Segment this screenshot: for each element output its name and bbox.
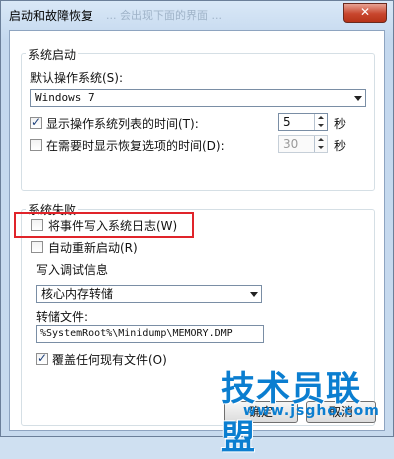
- dump-file-label: 转储文件:: [36, 310, 89, 324]
- show-recovery-value: 30: [283, 137, 299, 151]
- default-os-label: 默认操作系统(S):: [30, 71, 124, 85]
- show-os-list-label: 显示操作系统列表的时间(T):: [46, 117, 199, 131]
- spin-up-icon[interactable]: [314, 114, 327, 122]
- write-event-label: 将事件写入系统日志(W): [48, 219, 178, 233]
- spin-down-icon[interactable]: [314, 122, 327, 130]
- close-icon: ✕: [359, 5, 371, 19]
- chevron-down-icon: [250, 292, 258, 297]
- close-button[interactable]: ✕: [343, 3, 387, 23]
- default-os-value: Windows 7: [35, 91, 95, 104]
- debug-type-value: 核心内存转储: [41, 287, 114, 301]
- title-bar[interactable]: 启动和故障恢复 ... 会出现下面的界面 ... ✕: [1, 1, 393, 29]
- auto-restart-checkbox[interactable]: [31, 241, 43, 253]
- overwrite-label: 覆盖任何现有文件(O): [52, 353, 167, 367]
- auto-restart-label: 自动重新启动(R): [48, 241, 138, 255]
- show-recovery-unit: 秒: [334, 139, 347, 153]
- startup-group-title: 系统启动: [26, 46, 79, 63]
- watermark-url: www.jsgho.com: [243, 403, 380, 419]
- dump-file-input[interactable]: %SystemRoot%\Minidump\MEMORY.DMP: [36, 325, 264, 343]
- show-os-list-unit: 秒: [334, 117, 347, 131]
- watermark: 技术员联盟 www.jsgho.com: [221, 361, 391, 458]
- debug-type-select[interactable]: 核心内存转储: [36, 285, 262, 303]
- write-event-checkbox[interactable]: [31, 219, 43, 231]
- overwrite-checkbox[interactable]: [36, 351, 48, 365]
- show-recovery-checkbox[interactable]: [30, 139, 42, 151]
- spin-down-icon[interactable]: [314, 144, 327, 152]
- show-os-list-value: 5: [283, 115, 291, 129]
- debug-info-title: 写入调试信息: [36, 263, 109, 277]
- spin-up-icon[interactable]: [314, 136, 327, 144]
- show-recovery-spinner[interactable]: 30: [278, 135, 328, 153]
- window-title: 启动和故障恢复: [9, 9, 94, 23]
- default-os-select[interactable]: Windows 7: [30, 89, 366, 107]
- dump-file-value: %SystemRoot%\Minidump\MEMORY.DMP: [40, 328, 233, 339]
- show-os-list-spinner[interactable]: 5: [278, 113, 328, 131]
- startup-recovery-dialog: 启动和故障恢复 ... 会出现下面的界面 ... ✕ 系统启动 默认操作系统(S…: [0, 0, 394, 458]
- show-os-list-checkbox[interactable]: [30, 115, 42, 129]
- blurred-title-overlay: ... 会出现下面的界面 ...: [106, 9, 222, 22]
- show-recovery-label: 在需要时显示恢复选项的时间(D):: [46, 139, 225, 153]
- chevron-down-icon: [354, 96, 362, 101]
